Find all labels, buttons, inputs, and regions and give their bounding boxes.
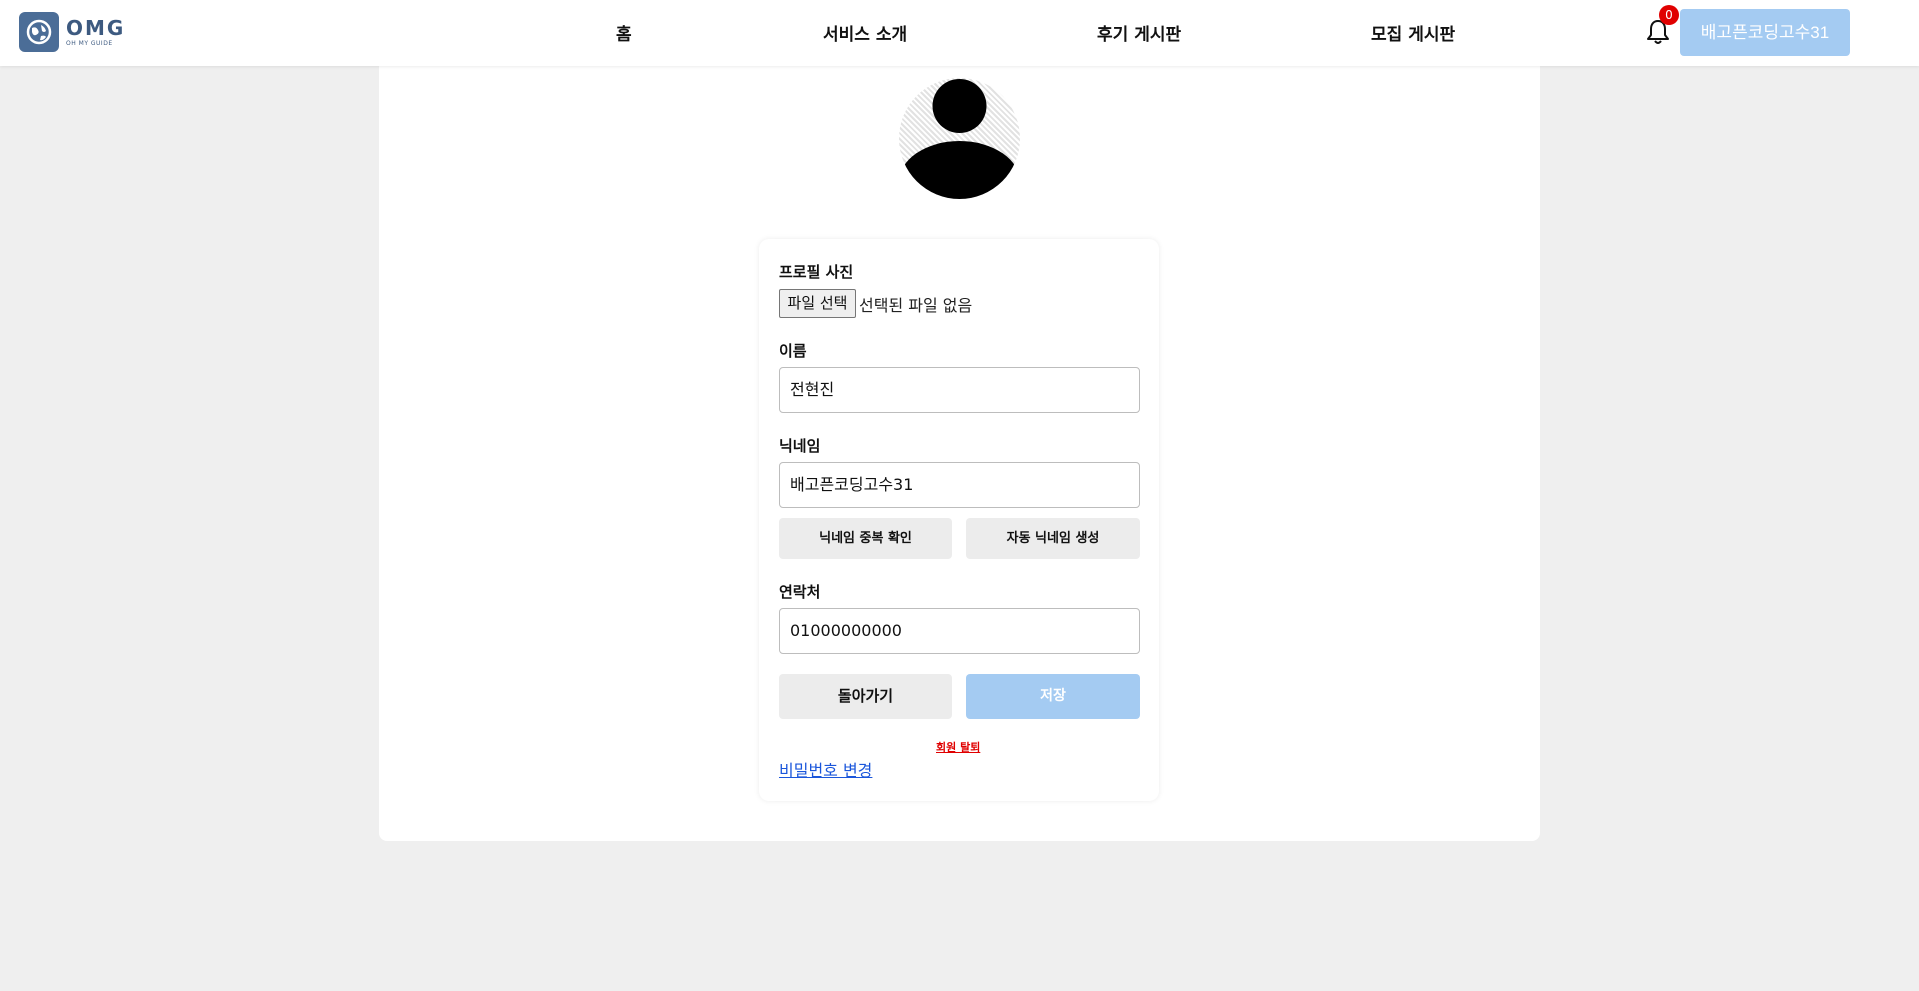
nickname-field[interactable]: 배고픈코딩고수31 — [779, 462, 1140, 508]
omg-logo[interactable]: OMG OH MY GUIDE — [19, 12, 125, 52]
top-header: OMG OH MY GUIDE 홈 서비스 소개 후기 게시판 모집 게시판 0… — [0, 0, 1919, 66]
logo-wordmark: OMG — [66, 15, 126, 40]
nav-service-intro[interactable]: 서비스 소개 — [823, 20, 907, 45]
notification-count-badge: 0 — [1659, 5, 1679, 25]
nav-home[interactable]: 홈 — [616, 20, 632, 45]
contact-field[interactable]: 01000000000 — [779, 608, 1140, 654]
profile-avatar — [899, 78, 1020, 199]
change-password-link[interactable]: 비밀번호 변경 — [779, 757, 872, 781]
save-button[interactable]: 저장 — [966, 674, 1140, 719]
withdraw-account-link[interactable]: 회원 탈퇴 — [936, 739, 980, 755]
file-status-text: 선택된 파일 없음 — [859, 296, 973, 315]
nav-recruit-board[interactable]: 모집 게시판 — [1371, 20, 1455, 45]
auto-nickname-generate-button[interactable]: 자동 닉네임 생성 — [966, 518, 1140, 559]
default-user-icon — [899, 79, 1020, 199]
nickname-duplicate-check-button[interactable]: 닉네임 중복 확인 — [779, 518, 952, 559]
profile-photo-label: 프로필 사진 — [779, 263, 854, 281]
back-button[interactable]: 돌아가기 — [779, 674, 952, 719]
nav-review-board[interactable]: 후기 게시판 — [1097, 20, 1181, 45]
name-field[interactable]: 전현진 — [779, 367, 1140, 413]
name-label: 이름 — [779, 342, 807, 360]
globe-logo-icon — [19, 12, 59, 52]
contact-label: 연락처 — [779, 583, 821, 601]
user-profile-button[interactable]: 배고픈코딩고수31 — [1680, 9, 1850, 56]
file-select-button[interactable]: 파일 선택 — [779, 289, 856, 318]
nickname-label: 닉네임 — [779, 437, 821, 455]
logo-tagline: OH MY GUIDE — [66, 39, 113, 47]
